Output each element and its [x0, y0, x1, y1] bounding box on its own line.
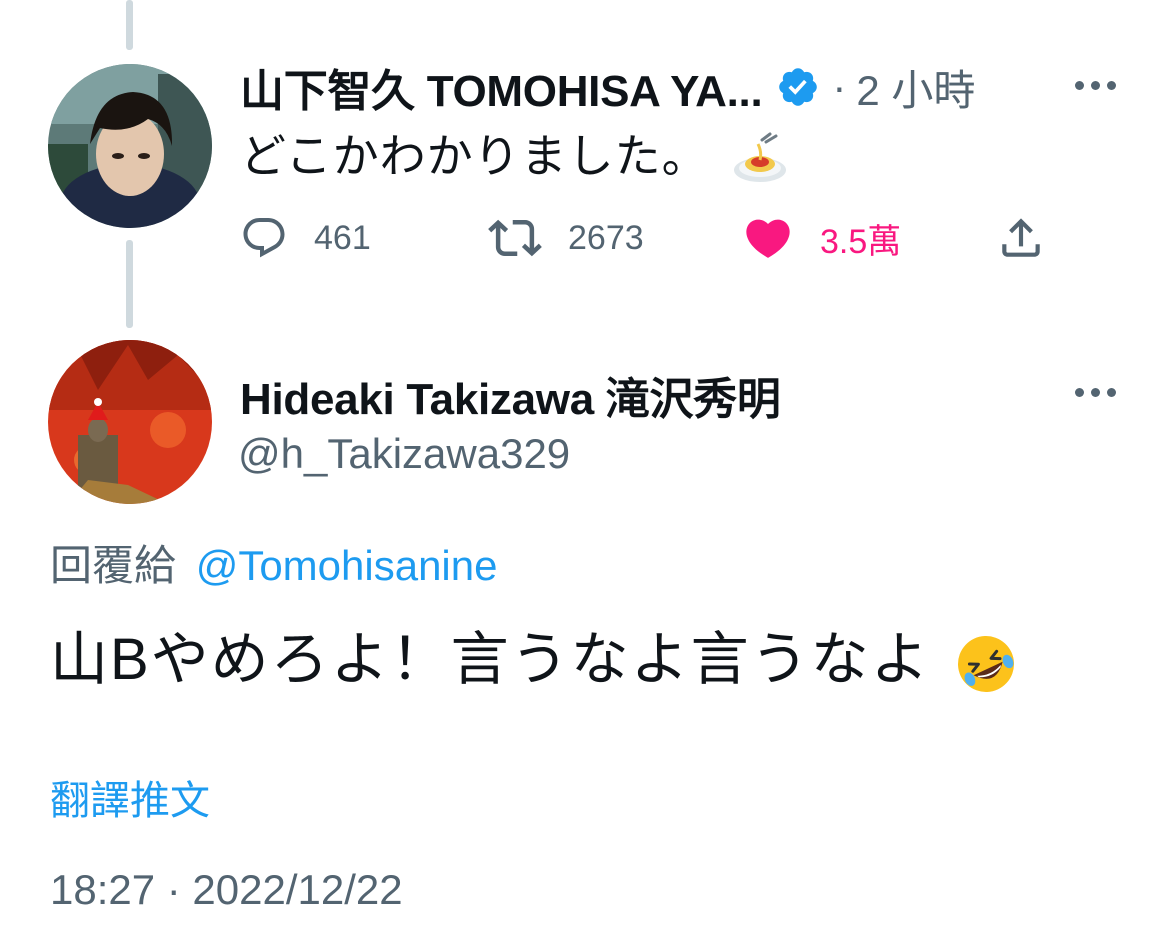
tweet1-text: どこかわかりました。 — [240, 130, 709, 182]
avatar-takizawa[interactable] — [48, 340, 212, 504]
share-icon — [1002, 218, 1040, 257]
heart-filled-icon — [746, 219, 790, 258]
tweet1-more-icon[interactable] — [1075, 75, 1116, 95]
like-count: 3.5萬 — [820, 222, 902, 261]
tweet2-display-name[interactable]: Hideaki Takizawa 滝沢秀明 — [240, 363, 781, 427]
retweet-action[interactable]: 2673 — [488, 208, 644, 268]
tweet2-handle[interactable]: @h_Takizawa329 — [238, 430, 570, 478]
reply-prefix: 回覆給 — [50, 542, 177, 589]
tweet2-timestamp[interactable]: 18:27 · 2022/12/22 — [50, 866, 403, 914]
tweet1-text-row: どこかわかりました。 — [240, 120, 788, 188]
verified-badge-icon — [779, 68, 818, 106]
avatar-tomohisa[interactable] — [48, 64, 212, 228]
reply-count: 461 — [314, 218, 371, 257]
reply-to-line: 回覆給 @Tomohisanine — [50, 532, 497, 593]
thread-line-top — [126, 0, 133, 50]
tweet2-header: Hideaki Takizawa 滝沢秀明 — [240, 370, 781, 424]
reply-action[interactable]: 461 — [240, 208, 371, 268]
like-action[interactable]: 3.5萬 — [742, 208, 901, 268]
tweet1-header: 山下智久 TOMOHISA YA... · 2 小時 — [240, 62, 975, 116]
retweet-icon — [488, 219, 542, 257]
tweet1-display-name[interactable]: 山下智久 TOMOHISA YA... — [240, 55, 763, 119]
tweet1-time[interactable]: 2 小時 — [856, 57, 975, 118]
thread-line-bottom — [126, 240, 133, 328]
share-action[interactable] — [996, 208, 1046, 268]
tweet2-more-icon[interactable] — [1075, 382, 1116, 402]
spaghetti-emoji-icon — [734, 132, 787, 182]
retweet-count: 2673 — [568, 218, 644, 257]
rolling-on-floor-laughing-emoji-icon — [957, 635, 1014, 692]
tweet2-text: 山Bやめろよ！言うなよ言うなよ — [50, 627, 931, 692]
tweet1-action-bar: 461 2673 3.5萬 — [240, 208, 1050, 268]
tweet1-separator: · — [832, 63, 847, 110]
translate-tweet-link[interactable]: 翻譯推文 — [50, 768, 210, 826]
reply-mention-link[interactable]: @Tomohisanine — [196, 542, 498, 589]
reply-icon — [243, 218, 285, 258]
tweet2-text-row: 山Bやめろよ！言うなよ言うなよ — [50, 612, 1019, 697]
